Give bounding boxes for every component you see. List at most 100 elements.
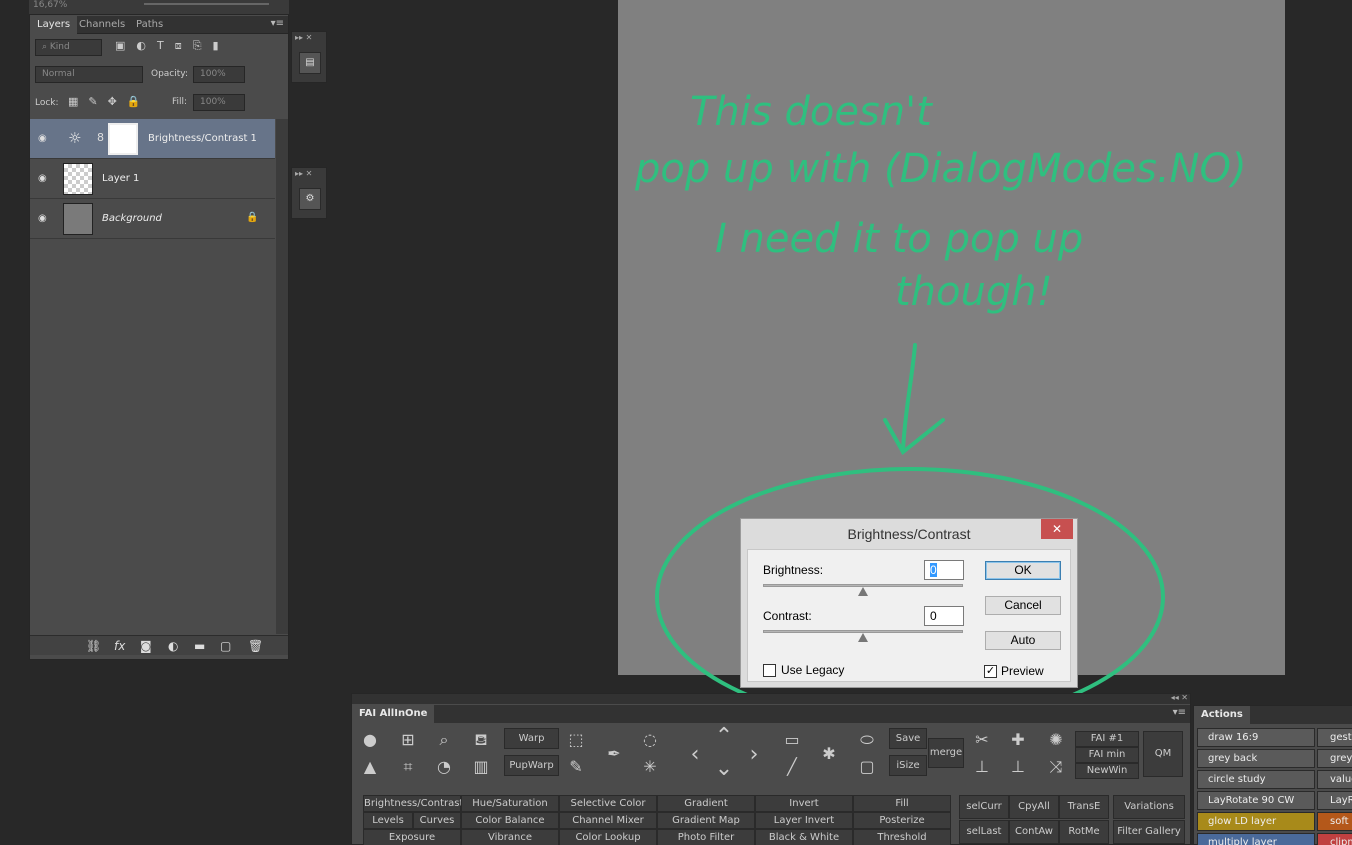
- arrow-right-icon[interactable]: ›: [744, 742, 764, 767]
- action-button[interactable]: glow LD layer: [1197, 812, 1315, 831]
- brightness-label: Brightness:: [763, 563, 824, 577]
- arrow-shaft: [901, 343, 917, 452]
- action-button[interactable]: gestu: [1317, 728, 1352, 747]
- adj-vibrance[interactable]: Vibrance: [461, 829, 559, 845]
- adj-brightness-contrast[interactable]: Brightness/Contrast: [363, 795, 463, 812]
- transe-button[interactable]: TransE: [1059, 795, 1109, 819]
- brightness-slider-thumb[interactable]: [858, 587, 868, 596]
- tab-actions[interactable]: Actions: [1194, 706, 1250, 724]
- brightness-value: 0: [930, 563, 937, 577]
- adj-invert[interactable]: Invert: [755, 795, 853, 812]
- drop-icon[interactable]: ●: [360, 730, 380, 749]
- adj-gradient-map[interactable]: Gradient Map: [657, 812, 755, 829]
- rotme-button[interactable]: RotMe: [1059, 820, 1109, 844]
- variations-button[interactable]: Variations: [1113, 795, 1185, 819]
- arrow-up-icon[interactable]: ⌃: [714, 724, 734, 749]
- artboard-icon[interactable]: ⊞: [398, 730, 418, 749]
- selcurr-button[interactable]: selCurr: [959, 795, 1009, 819]
- shuffle-icon[interactable]: ⤨: [1046, 757, 1066, 777]
- adj-color-balance[interactable]: Color Balance: [461, 812, 559, 829]
- sellast-button[interactable]: selLast: [959, 820, 1009, 844]
- use-legacy-label: Use Legacy: [781, 663, 845, 677]
- sharpen-icon[interactable]: ▲: [360, 757, 380, 776]
- actions-panel: Actions draw 16:9 grey back circle study La…: [1193, 705, 1352, 845]
- action-button[interactable]: circle study: [1197, 770, 1315, 789]
- dialog-title: Brightness/Contrast: [847, 526, 971, 542]
- adj-curves[interactable]: Curves: [413, 812, 461, 829]
- action-button[interactable]: value: [1317, 770, 1352, 789]
- adj-hue-saturation[interactable]: Hue/Saturation: [461, 795, 559, 812]
- magic-wand-icon[interactable]: ✳: [640, 757, 660, 776]
- stamp-icon[interactable]: ⊥: [972, 757, 992, 776]
- newwin-button[interactable]: NewWin: [1075, 763, 1139, 779]
- custom-shape-icon[interactable]: ✱: [819, 744, 839, 763]
- action-button[interactable]: multiply layer: [1197, 833, 1315, 845]
- crop-icon[interactable]: ⌗: [398, 757, 418, 777]
- gradient-icon[interactable]: ▥: [471, 757, 491, 776]
- adj-exposure[interactable]: Exposure: [363, 829, 461, 845]
- fai1-button[interactable]: FAI #1: [1075, 731, 1139, 747]
- ellipse-marquee-icon[interactable]: ◌: [640, 730, 660, 749]
- ok-button[interactable]: OK: [985, 561, 1061, 580]
- ellipse-icon[interactable]: ⬭: [857, 730, 877, 750]
- paint-bucket-icon[interactable]: ⛾: [471, 730, 491, 751]
- adj-layer-invert[interactable]: Layer Invert: [755, 812, 853, 829]
- pen-icon[interactable]: ✒: [604, 744, 624, 763]
- rectangle-icon[interactable]: ▭: [782, 730, 802, 749]
- adj-photo-filter[interactable]: Photo Filter: [657, 829, 755, 845]
- brush-icon[interactable]: ✎: [566, 757, 586, 776]
- close-icon[interactable]: ✕: [1041, 519, 1073, 539]
- tab-fai-allinone[interactable]: FAI AllInOne: [352, 705, 435, 723]
- action-button[interactable]: clipm: [1317, 833, 1352, 845]
- gear-icon[interactable]: ✺: [1046, 730, 1066, 749]
- action-button[interactable]: grey back: [1197, 749, 1315, 768]
- collapse-icon[interactable]: ◂◂ ✕: [1171, 693, 1188, 702]
- save-button[interactable]: Save: [889, 728, 927, 749]
- line-icon[interactable]: ╱: [782, 757, 802, 776]
- use-legacy-checkbox[interactable]: [763, 664, 776, 677]
- cancel-button[interactable]: Cancel: [985, 596, 1061, 615]
- bandaid-icon[interactable]: ✂: [972, 730, 992, 749]
- adj-posterize[interactable]: Posterize: [853, 812, 951, 829]
- adj-gradient[interactable]: Gradient: [657, 795, 755, 812]
- adj-fill[interactable]: Fill: [853, 795, 951, 812]
- brightness-input[interactable]: 0: [924, 560, 964, 580]
- contrast-input[interactable]: 0: [924, 606, 964, 626]
- merge-button[interactable]: merge: [928, 738, 964, 768]
- arrow-left-icon[interactable]: ‹: [685, 742, 705, 767]
- marquee-icon[interactable]: ⬚: [566, 730, 586, 749]
- adj-black-white[interactable]: Black & White: [755, 829, 853, 845]
- adj-threshold[interactable]: Threshold: [853, 829, 951, 845]
- adj-channel-mixer[interactable]: Channel Mixer: [559, 812, 657, 829]
- adj-color-lookup[interactable]: Color Lookup: [559, 829, 657, 845]
- action-button[interactable]: draw 16:9: [1197, 728, 1315, 747]
- contrast-slider-thumb[interactable]: [858, 633, 868, 642]
- fai-tabs: FAI AllInOne ▾≡: [352, 705, 1190, 723]
- arrow-down-icon[interactable]: ⌄: [714, 756, 734, 781]
- lasso-icon[interactable]: ◔: [434, 757, 454, 776]
- preview-label: Preview: [1001, 664, 1044, 678]
- warp-button[interactable]: Warp: [504, 728, 559, 749]
- contrast-label: Contrast:: [763, 609, 812, 623]
- action-button[interactable]: LayRotate 90 CW: [1197, 791, 1315, 810]
- preview-checkbox[interactable]: ✓: [984, 665, 997, 678]
- adj-levels[interactable]: Levels: [363, 812, 413, 829]
- rounded-rect-icon[interactable]: ▢: [857, 757, 877, 776]
- isize-button[interactable]: iSize: [889, 755, 927, 776]
- faimin-button[interactable]: FAI min: [1075, 747, 1139, 763]
- healing-icon[interactable]: ✚: [1008, 730, 1028, 749]
- action-button[interactable]: soft li: [1317, 812, 1352, 831]
- pattern-stamp-icon[interactable]: ⊥: [1008, 757, 1028, 776]
- action-button[interactable]: grey: [1317, 749, 1352, 768]
- cpyall-button[interactable]: CpyAll: [1009, 795, 1059, 819]
- dialog-body: Brightness: 0 Contrast: 0 OK Cancel Auto…: [747, 549, 1071, 682]
- panel-menu-icon[interactable]: ▾≡: [1173, 707, 1186, 718]
- pupwarp-button[interactable]: PupWarp: [504, 755, 559, 776]
- auto-button[interactable]: Auto: [985, 631, 1061, 650]
- contaw-button[interactable]: ContAw: [1009, 820, 1059, 844]
- qm-button[interactable]: QM: [1143, 731, 1183, 777]
- filter-gallery-button[interactable]: Filter Gallery: [1113, 820, 1185, 844]
- zoom-icon[interactable]: ⌕: [434, 730, 454, 750]
- action-button[interactable]: LayR: [1317, 791, 1352, 810]
- adj-selective-color[interactable]: Selective Color: [559, 795, 657, 812]
